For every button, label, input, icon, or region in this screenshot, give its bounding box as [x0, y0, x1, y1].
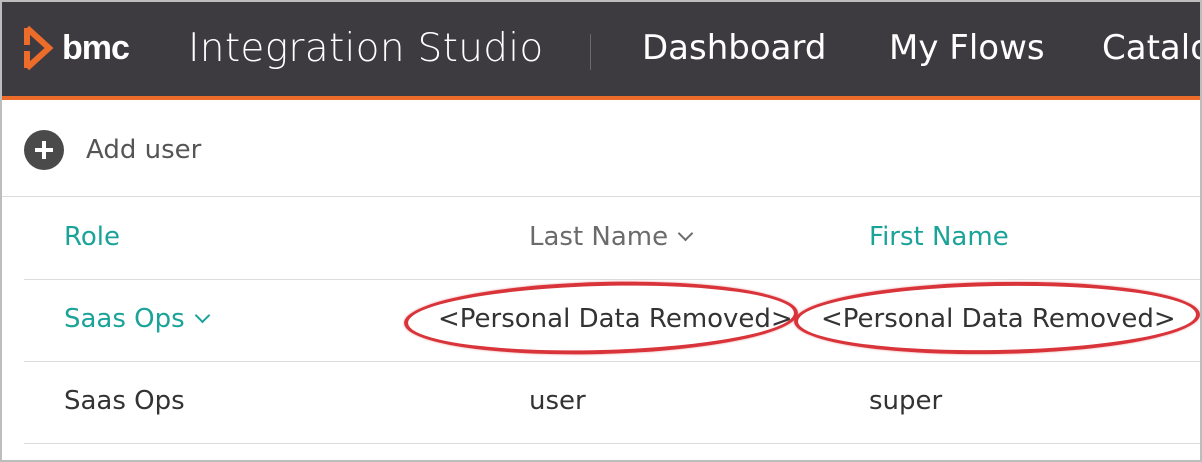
chevron-down-icon	[194, 307, 210, 324]
column-header-role[interactable]: Role	[64, 222, 120, 252]
first-name-cell: super	[869, 386, 943, 416]
nav-catalog[interactable]: Catalo	[1102, 28, 1200, 68]
brand-wordmark: bmc	[62, 28, 130, 67]
column-header-last-name-label: Last Name	[529, 222, 669, 252]
nav-my-flows[interactable]: My Flows	[889, 28, 1045, 68]
role-dropdown[interactable]: Saas Ops	[64, 304, 210, 334]
column-header-first-name[interactable]: First Name	[869, 222, 1009, 252]
header-divider	[590, 34, 591, 70]
bmc-chevron-icon	[24, 25, 54, 71]
top-navigation-bar: bmc Integration Studio Dashboard My Flow…	[2, 2, 1200, 100]
toolbar: Add user	[2, 100, 1200, 197]
last-name-cell: user	[529, 386, 586, 416]
product-title: Integration Studio	[188, 26, 544, 71]
table-header-row: Role Last Name First Name	[24, 198, 1200, 280]
table-row[interactable]: Saas Ops user super	[24, 362, 1200, 444]
role-cell: Saas Ops	[64, 386, 185, 416]
app-window: bmc Integration Studio Dashboard My Flow…	[0, 0, 1202, 462]
chevron-down-icon	[677, 225, 694, 242]
bmc-logo[interactable]: bmc	[22, 20, 130, 76]
nav-dashboard[interactable]: Dashboard	[642, 28, 826, 68]
add-user-label: Add user	[86, 135, 202, 165]
add-user-button[interactable]: Add user	[24, 130, 201, 170]
plus-circle-icon	[24, 130, 64, 170]
role-value: Saas Ops	[64, 304, 185, 334]
column-header-last-name[interactable]: Last Name	[529, 222, 694, 252]
